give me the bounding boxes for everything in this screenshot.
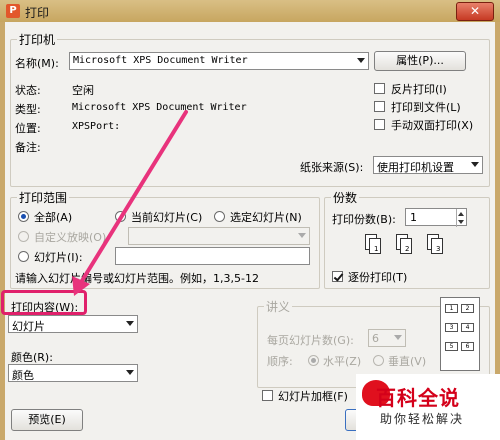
- page-number: 2: [405, 245, 410, 253]
- close-button[interactable]: ✕: [456, 2, 494, 21]
- print-dialog: P 打印 ✕ 打印机 名称(M): Microsoft XPS Document…: [0, 0, 500, 440]
- range-all-label: 全部(A): [34, 211, 73, 224]
- printer-name-value: Microsoft XPS Document Writer: [73, 55, 248, 66]
- printer-name-select[interactable]: Microsoft XPS Document Writer: [69, 52, 369, 70]
- window-title: 打印: [25, 6, 50, 20]
- paper-source-value: 使用打印机设置: [377, 161, 454, 174]
- watermark-subtitle: 助你轻松解决: [380, 412, 465, 426]
- preview-cell: 6: [461, 342, 474, 351]
- order-horizontal-label: 水平(Z): [323, 355, 362, 368]
- collate-page-stack-3: 3: [427, 234, 445, 256]
- print-range-title: 打印范围: [17, 189, 70, 206]
- chevron-down-icon: [126, 370, 134, 375]
- per-page-label: 每页幻灯片数(G):: [267, 334, 354, 347]
- location-value: XPSPort:: [72, 121, 121, 132]
- handout-layout-preview: 1 2 3 4 5 6: [440, 297, 480, 371]
- collate-checkbox[interactable]: [332, 271, 343, 282]
- status-label: 状态:: [15, 84, 41, 97]
- custom-show-select[interactable]: [128, 227, 310, 245]
- frame-slides-label: 幻灯片加框(F): [278, 390, 348, 403]
- range-hint: 请输入幻灯片编号或幻灯片范围。例如，1,3,5-12: [15, 272, 259, 285]
- comment-label: 备注:: [15, 141, 41, 154]
- reverse-print-checkbox[interactable]: [374, 83, 385, 94]
- preview-button[interactable]: 预览(E): [11, 409, 83, 431]
- preview-cell: 3: [445, 323, 458, 332]
- chevron-down-icon: [298, 233, 306, 238]
- per-page-value: 6: [372, 332, 379, 345]
- frame-slides-checkbox[interactable]: [262, 390, 273, 401]
- type-label: 类型:: [15, 103, 41, 116]
- collate-label: 逐份打印(T): [348, 271, 408, 284]
- slides-range-input[interactable]: [115, 247, 310, 265]
- color-label: 颜色(R):: [11, 351, 53, 364]
- chevron-down-icon: [126, 321, 134, 326]
- type-value: Microsoft XPS Document Writer: [72, 102, 247, 113]
- print-content-highlight: [1, 290, 87, 315]
- range-current-slide-label: 当前幻灯片(C): [131, 211, 203, 224]
- range-selected-slides-radio[interactable]: [214, 211, 225, 222]
- copies-count-label: 打印份数(B):: [332, 213, 396, 226]
- range-selected-slides-label: 选定幻灯片(N): [230, 211, 302, 224]
- order-horizontal-radio[interactable]: [308, 355, 319, 366]
- range-current-slide-radio[interactable]: [115, 211, 126, 222]
- preview-cell: 4: [461, 323, 474, 332]
- title-bar: P 打印 ✕: [0, 0, 500, 22]
- order-label: 顺序:: [267, 355, 293, 368]
- manual-duplex-label: 手动双面打印(X): [391, 119, 474, 132]
- copies-title: 份数: [331, 189, 360, 206]
- copies-count-value: 1: [410, 211, 417, 224]
- chevron-down-icon: [394, 335, 402, 340]
- status-value: 空闲: [72, 84, 94, 97]
- print-content-select[interactable]: 幻灯片: [8, 315, 138, 333]
- properties-button[interactable]: 属性(P)...: [374, 51, 466, 71]
- range-slides-radio[interactable]: [18, 251, 29, 262]
- range-custom-show-label: 自定义放映(O):: [34, 231, 110, 244]
- preview-cell: 5: [445, 342, 458, 351]
- paper-source-label: 纸张来源(S):: [300, 161, 364, 174]
- range-slides-label: 幻灯片(I):: [34, 251, 83, 264]
- order-vertical-label: 垂直(V): [388, 355, 427, 368]
- per-page-select[interactable]: 6: [368, 329, 406, 347]
- page-number: 3: [436, 245, 441, 253]
- handouts-title: 讲义: [264, 298, 293, 315]
- watermark-title: 百科全说: [376, 386, 460, 410]
- paper-source-select[interactable]: 使用打印机设置: [373, 156, 483, 174]
- color-select[interactable]: 颜色: [8, 364, 138, 382]
- color-value: 颜色: [12, 369, 34, 382]
- copies-spin-icon[interactable]: [456, 209, 466, 227]
- order-vertical-radio[interactable]: [373, 355, 384, 366]
- range-all-radio[interactable]: [18, 211, 29, 222]
- printer-group-title: 打印机: [17, 31, 58, 48]
- printer-name-label: 名称(M):: [15, 57, 59, 70]
- reverse-print-label: 反片打印(I): [391, 83, 447, 96]
- manual-duplex-checkbox[interactable]: [374, 119, 385, 130]
- print-to-file-checkbox[interactable]: [374, 101, 385, 112]
- copies-count-input[interactable]: 1: [405, 208, 467, 227]
- preview-cell: 2: [461, 304, 474, 313]
- collate-page-stack-1: 1: [365, 234, 383, 256]
- collate-page-stack-2: 2: [396, 234, 414, 256]
- chevron-down-icon: [471, 162, 479, 167]
- chevron-down-icon: [357, 58, 365, 63]
- page-number: 1: [374, 245, 379, 253]
- range-custom-show-radio[interactable]: [18, 231, 29, 242]
- print-to-file-label: 打印到文件(L): [391, 101, 461, 114]
- preview-cell: 1: [445, 304, 458, 313]
- print-content-value: 幻灯片: [12, 320, 45, 333]
- app-icon: P: [6, 4, 20, 18]
- location-label: 位置:: [15, 122, 41, 135]
